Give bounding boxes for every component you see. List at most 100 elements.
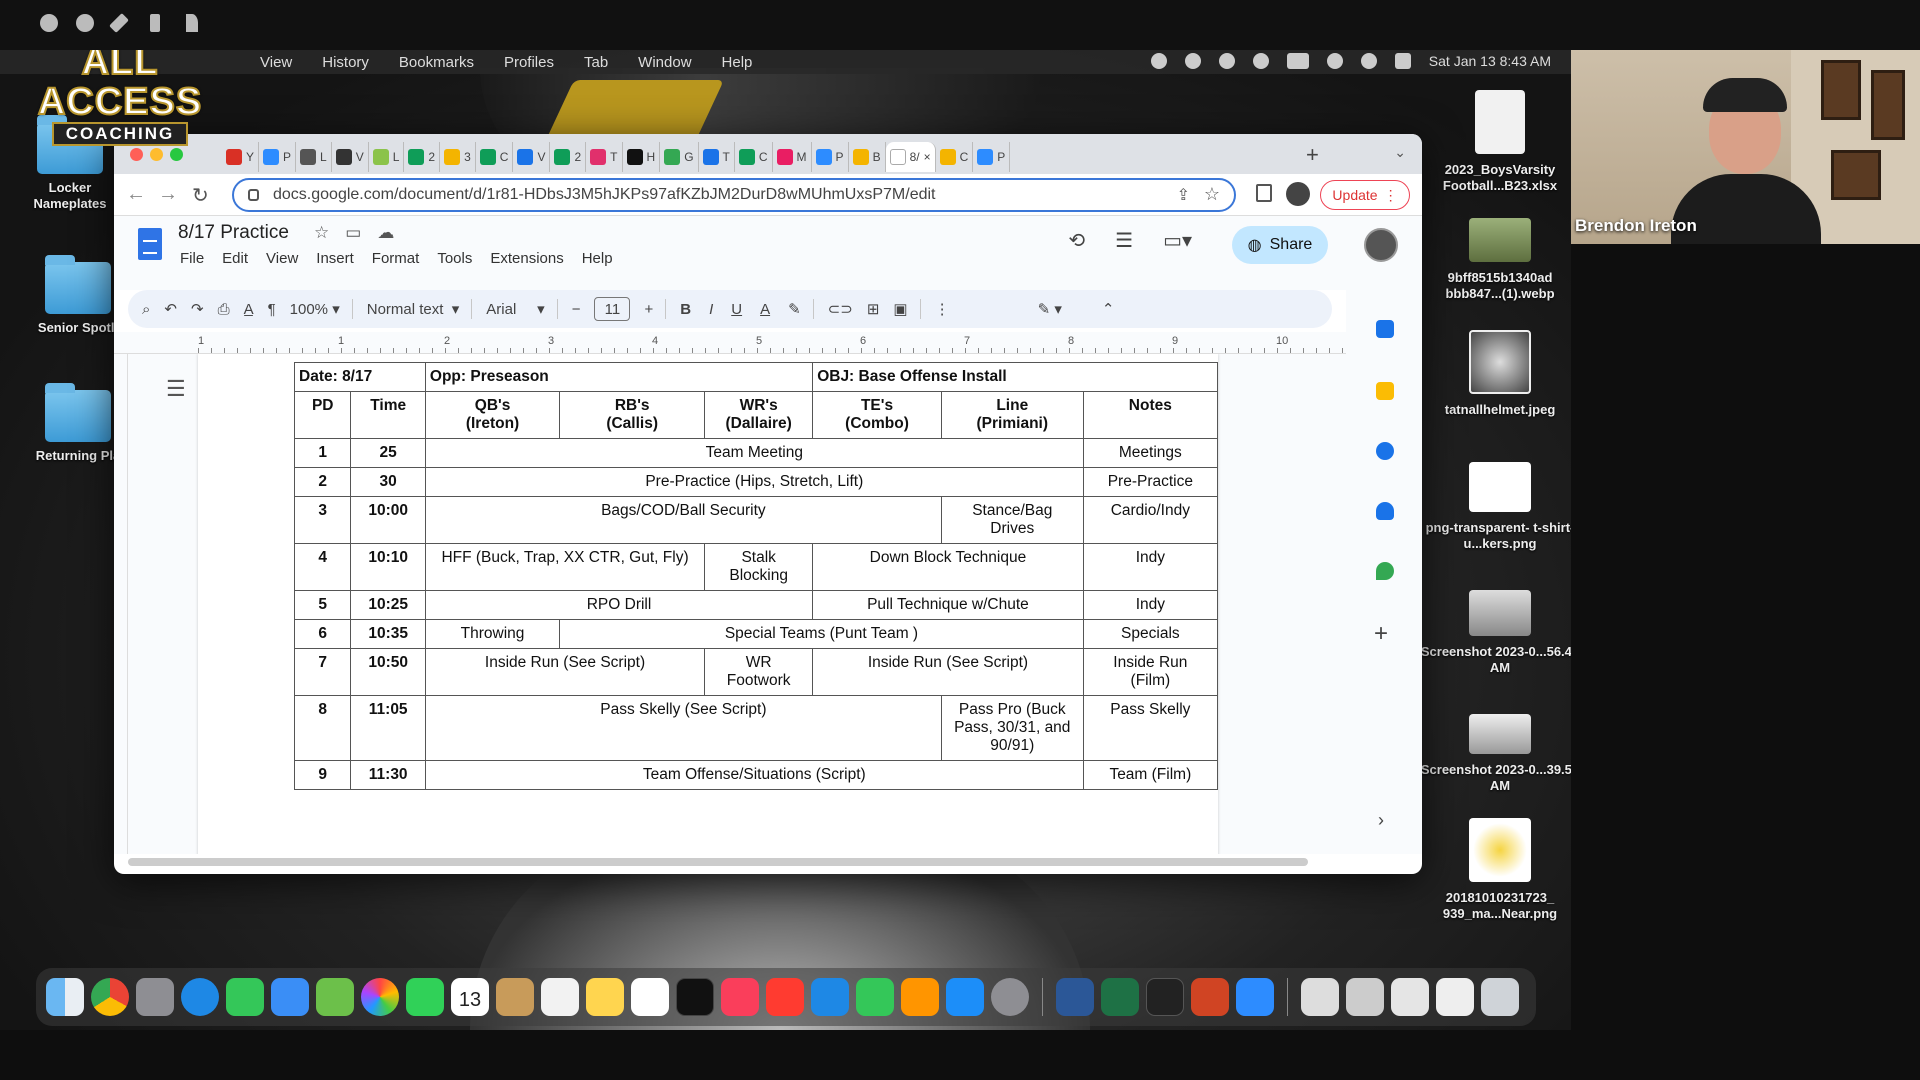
trash-icon[interactable] bbox=[1481, 978, 1519, 1016]
decrease-font-icon[interactable]: − bbox=[572, 301, 581, 318]
desktop-folder-returning[interactable]: Returning Pla bbox=[28, 383, 128, 464]
activity-cell[interactable]: Pre-Practice (Hips, Stretch, Lift) bbox=[424, 467, 1084, 497]
header-qb[interactable]: QB's (Ireton) bbox=[424, 391, 561, 439]
browser-tab[interactable]: G bbox=[660, 142, 699, 172]
notes-icon[interactable] bbox=[586, 978, 624, 1016]
browser-tab[interactable]: H bbox=[623, 142, 661, 172]
calendar-icon[interactable] bbox=[1376, 320, 1394, 338]
notes-cell[interactable]: Inside Run (Film) bbox=[1082, 648, 1219, 696]
notes-cell[interactable]: Specials bbox=[1082, 619, 1219, 649]
new-tab-icon[interactable]: + bbox=[1306, 142, 1319, 168]
header-rb[interactable]: RB's (Callis) bbox=[559, 391, 706, 439]
desktop-folder-senior[interactable]: Senior Spotli bbox=[28, 255, 128, 336]
header-time[interactable]: Time bbox=[350, 391, 426, 439]
search-menus-icon[interactable]: ⌕ bbox=[142, 301, 150, 318]
paint-format-icon[interactable]: ¶ bbox=[268, 301, 276, 318]
browser-tab[interactable]: C bbox=[735, 142, 773, 172]
docs-menu-tools[interactable]: Tools bbox=[437, 250, 472, 267]
facetime-icon[interactable] bbox=[406, 978, 444, 1016]
star-icon[interactable]: ☆ bbox=[314, 223, 329, 243]
more-options-icon[interactable]: ⋮ bbox=[935, 300, 950, 318]
pd-cell[interactable]: 7 bbox=[293, 648, 352, 696]
pages-icon[interactable] bbox=[901, 978, 939, 1016]
close-tab-icon[interactable]: × bbox=[924, 150, 931, 164]
messages-icon[interactable] bbox=[226, 978, 264, 1016]
desktop-file-webp[interactable]: 9bff8515b1340ad bbb847...(1).webp bbox=[1420, 218, 1571, 302]
maximize-window-icon[interactable] bbox=[170, 148, 183, 161]
app-store-icon[interactable] bbox=[946, 978, 984, 1016]
time-cell[interactable]: 10:10 bbox=[350, 543, 426, 591]
share-page-icon[interactable]: ⇪ bbox=[1177, 185, 1190, 205]
text-color-icon[interactable]: A bbox=[760, 301, 770, 318]
line-activity-cell[interactable]: Stance/Bag Drives bbox=[940, 496, 1084, 544]
time-cell[interactable]: 11:05 bbox=[350, 695, 426, 761]
share-button[interactable]: ◍ Share bbox=[1232, 226, 1328, 264]
time-cell[interactable]: 11:30 bbox=[350, 760, 426, 790]
chevron-down-icon[interactable]: ⌄ bbox=[1394, 144, 1406, 161]
word-icon[interactable] bbox=[1056, 978, 1094, 1016]
browser-tab[interactable]: C bbox=[936, 142, 974, 172]
browser-tab[interactable]: Y bbox=[222, 142, 260, 172]
browser-tab[interactable]: L bbox=[296, 142, 332, 172]
notes-cell[interactable]: Pass Skelly bbox=[1082, 695, 1219, 761]
recent-file-icon[interactable] bbox=[1346, 978, 1384, 1016]
pd-cell[interactable]: 6 bbox=[293, 619, 352, 649]
apple-tv-icon[interactable] bbox=[676, 978, 714, 1016]
wr-activity-cell[interactable]: Stalk Blocking bbox=[704, 543, 814, 591]
news-icon[interactable] bbox=[766, 978, 804, 1016]
update-button[interactable]: Update ⋮ bbox=[1320, 180, 1410, 210]
desktop-file-png[interactable]: 20181010231723_ 939_ma...Near.png bbox=[1420, 818, 1571, 922]
notes-cell[interactable]: Pre-Practice bbox=[1082, 467, 1219, 497]
forward-icon[interactable]: → bbox=[158, 183, 178, 206]
desktop-file-screenshot-2[interactable]: Screenshot 2023-0...39.52 AM bbox=[1420, 714, 1571, 794]
url-text[interactable]: docs.google.com/document/d/1r81-HDbsJ3M5… bbox=[273, 186, 936, 204]
spellcheck-icon[interactable]: A̲ bbox=[244, 301, 254, 318]
docs-menu-extensions[interactable]: Extensions bbox=[490, 250, 563, 267]
notes-cell[interactable]: Indy bbox=[1082, 543, 1219, 591]
numbers-icon[interactable] bbox=[856, 978, 894, 1016]
time-cell[interactable]: 10:00 bbox=[350, 496, 426, 544]
activity-cell[interactable]: RPO Drill bbox=[424, 590, 814, 620]
docs-menu-file[interactable]: File bbox=[180, 250, 204, 267]
menu-view[interactable]: View bbox=[260, 54, 292, 71]
downloads-icon[interactable] bbox=[1436, 978, 1474, 1016]
collapse-menus-icon[interactable]: ⌃ bbox=[1102, 300, 1115, 318]
url-omnibox[interactable]: docs.google.com/document/d/1r81-HDbsJ3M5… bbox=[232, 178, 1236, 212]
document-outline-icon[interactable]: ☰ bbox=[166, 376, 186, 402]
horizontal-scrollbar[interactable] bbox=[128, 858, 1308, 866]
browser-tab[interactable]: C bbox=[476, 142, 514, 172]
menu-help[interactable]: Help bbox=[722, 54, 753, 71]
contacts-app-icon[interactable] bbox=[496, 978, 534, 1016]
activity-cell[interactable]: Inside Run (See Script) bbox=[424, 648, 706, 696]
reload-icon[interactable]: ↻ bbox=[192, 183, 209, 208]
calendar-app-icon[interactable]: 13 bbox=[451, 978, 489, 1016]
user-icon[interactable] bbox=[1218, 53, 1235, 69]
header-wr[interactable]: WR's (Dallaire) bbox=[704, 391, 814, 439]
terminal-icon[interactable] bbox=[1146, 978, 1184, 1016]
docs-menu-view[interactable]: View bbox=[266, 250, 298, 267]
header-notes[interactable]: Notes bbox=[1082, 391, 1219, 439]
keep-icon[interactable] bbox=[1376, 382, 1394, 400]
zoom-icon[interactable] bbox=[1184, 53, 1201, 69]
document-page[interactable]: Date: 8/17 Opp: Preseason OBJ: Base Offe… bbox=[198, 354, 1219, 854]
chrome-icon[interactable] bbox=[91, 978, 129, 1016]
header-line[interactable]: Line (Primiani) bbox=[940, 391, 1084, 439]
notes-cell[interactable]: Cardio/Indy bbox=[1082, 496, 1219, 544]
docs-menu-help[interactable]: Help bbox=[582, 250, 613, 267]
notes-cell[interactable]: Meetings bbox=[1082, 438, 1219, 468]
activity-cell[interactable]: Special Teams (Punt Team ) bbox=[559, 619, 1084, 649]
menu-tab[interactable]: Tab bbox=[584, 54, 608, 71]
insert-link-icon[interactable]: ⊂⊃ bbox=[828, 300, 853, 318]
style-select[interactable]: Normal text ▾ bbox=[367, 300, 460, 319]
browser-tab[interactable]: V bbox=[513, 142, 551, 172]
maps-icon[interactable] bbox=[1376, 562, 1394, 580]
activity-cell[interactable]: Bags/COD/Ball Security bbox=[424, 496, 942, 544]
browser-tab[interactable]: 3 bbox=[440, 142, 476, 172]
te-line-activity-cell[interactable]: Down Block Technique bbox=[812, 543, 1084, 591]
browser-tab[interactable]: P bbox=[259, 142, 297, 172]
safari-icon[interactable] bbox=[181, 978, 219, 1016]
underline-icon[interactable]: U bbox=[731, 301, 742, 318]
browser-tab[interactable]: P bbox=[973, 142, 1011, 172]
recent-file-icon[interactable] bbox=[1391, 978, 1429, 1016]
opponent-cell[interactable]: Opp: Preseason bbox=[424, 362, 814, 392]
